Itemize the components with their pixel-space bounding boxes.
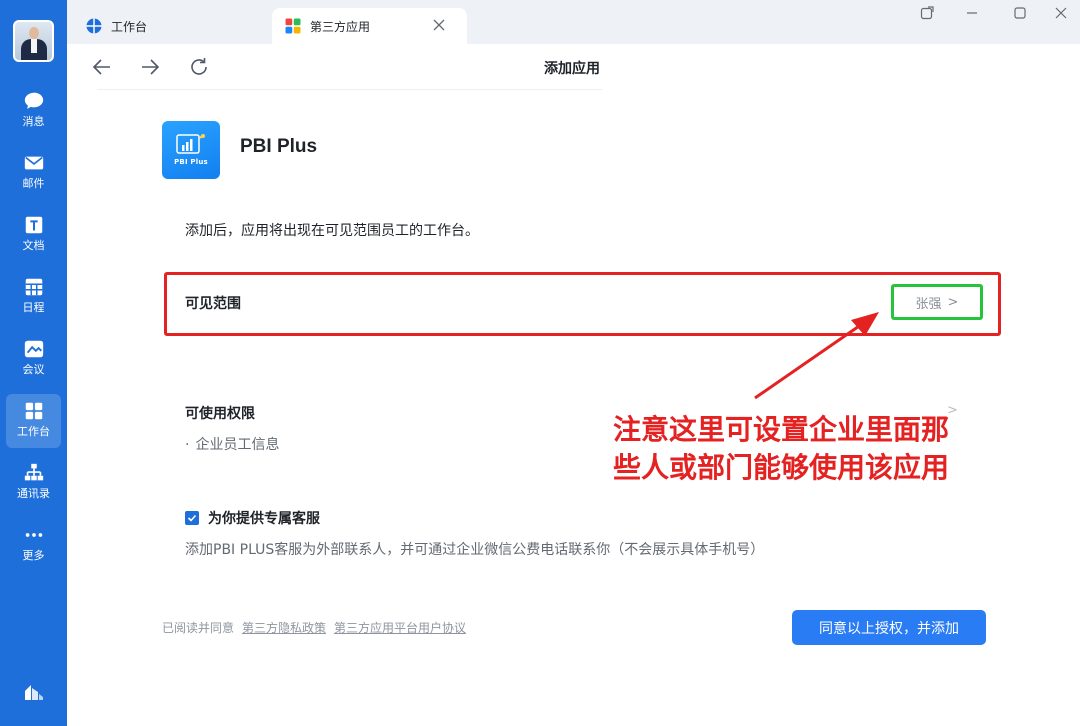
sidebar-item-label: 通讯录 [17,487,50,500]
app-logo: PBI Plus [162,121,220,179]
sidebar-item-label: 工作台 [17,425,50,438]
tab-workbench[interactable]: 工作台 [85,8,270,44]
chat-bubble-icon [24,92,43,109]
avatar[interactable] [13,20,54,62]
third-party-apps-icon [285,18,301,34]
visibility-selector[interactable]: 张强 > [891,284,983,320]
agree-and-add-button[interactable]: 同意以上授权，并添加 [792,610,986,645]
tab-label: 工作台 [111,19,148,34]
navigation-bar: 添加应用 [67,44,1080,92]
sidebar-item-label: 文档 [22,239,45,252]
permission-item: · 企业员工信息 [185,437,280,453]
visibility-label: 可见范围 [185,296,241,312]
close-icon[interactable] [433,19,445,31]
app-logo-text: PBI Plus [174,158,208,166]
checkmark-icon [187,514,197,522]
sidebar-item-contacts[interactable]: 通讯录 [6,456,61,510]
sidebar-item-label: 日程 [22,301,45,314]
service-label: 为你提供专属客服 [208,511,320,527]
sidebar-item-calendar[interactable]: 日程 [6,270,61,324]
sidebar-item-workbench[interactable]: 工作台 [6,394,61,448]
grid-icon [25,402,42,420]
meeting-icon [24,340,43,358]
page-title: 添加应用 [544,61,600,77]
mail-icon [24,156,43,170]
window-close-icon[interactable] [1054,6,1068,20]
agreement-prefix: 已阅读并同意 [162,621,235,635]
bar-chart-icon [176,134,205,154]
calendar-icon [25,278,42,296]
sidebar-item-label: 更多 [22,549,45,562]
sidebar-item-mail[interactable]: 邮件 [6,146,61,200]
permissions-label: 可使用权限 [185,406,255,422]
forward-arrow-icon[interactable] [139,56,161,78]
divider [97,89,602,90]
intro-text: 添加后，应用将出现在可见范围员工的工作台。 [185,223,479,239]
sidebar-item-meeting[interactable]: 会议 [6,332,61,386]
refresh-icon[interactable] [188,56,210,78]
tab-third-party-apps[interactable]: 第三方应用 [272,8,467,44]
annotation-line: 些人或部门能够使用该应用 [613,451,950,484]
sidebar-item-more[interactable]: 更多 [6,518,61,572]
maximize-icon[interactable] [1013,6,1027,20]
chevron-right-icon: > [947,294,959,310]
tab-label: 第三方应用 [310,19,371,34]
app-name: PBI Plus [240,136,318,157]
left-sidebar: 消息 邮件 文档 日程 会议 工作台 通讯录 更多 [0,0,67,726]
app-logo-icon[interactable] [22,680,46,704]
tab-bar: 工作台 第三方应用 [67,0,1080,44]
sidebar-item-label: 消息 [22,115,45,128]
back-arrow-icon[interactable] [91,56,113,78]
workbench-icon [86,18,102,34]
sidebar-item-label: 邮件 [22,177,45,190]
agreement-text: 已阅读并同意 第三方隐私政策 第三方应用平台用户协议 [162,619,466,636]
sidebar-item-docs[interactable]: 文档 [6,208,61,262]
service-checkbox[interactable] [185,511,199,525]
visibility-value: 张强 [915,296,942,312]
service-description: 添加PBI PLUS客服为外部联系人，并可通过企业微信公费电话联系你（不会展示具… [185,542,765,558]
pin-icon[interactable] [920,6,934,20]
annotation-text: 注意这里可设置企业里面那 些人或部门能够使用该应用 [613,411,993,487]
document-icon [25,216,42,234]
user-agreement-link[interactable]: 第三方应用平台用户协议 [334,619,466,636]
minimize-icon[interactable] [965,6,979,20]
sidebar-item-messages[interactable]: 消息 [6,84,61,138]
service-option[interactable]: 为你提供专属客服 [185,508,320,528]
contacts-icon [24,463,43,481]
more-icon [25,533,42,537]
annotation-arrow [754,312,879,400]
main-content: PBI Plus PBI Plus 添加后，应用将出现在可见范围员工的工作台。 … [67,92,1080,726]
privacy-policy-link[interactable]: 第三方隐私政策 [242,619,326,636]
sidebar-item-label: 会议 [22,363,45,376]
permission-item-label: 企业员工信息 [195,437,280,453]
annotation-line: 注意这里可设置企业里面那 [613,413,950,446]
